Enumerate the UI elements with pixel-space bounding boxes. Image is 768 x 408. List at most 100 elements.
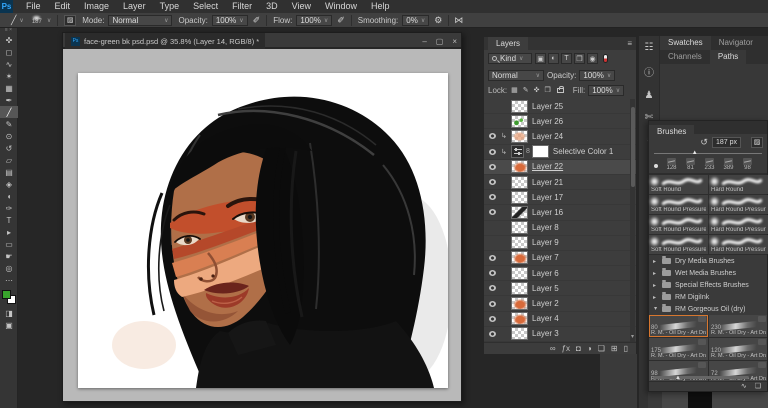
layer-thumbnail[interactable] [511, 236, 528, 250]
brush-folder-row[interactable]: ▸ RM Gorgeous Oil (dry) [649, 303, 767, 315]
layer-row[interactable]: ↳ 8 Layer 22 [484, 159, 636, 175]
lock-transparency-icon[interactable]: ▦ [510, 86, 519, 94]
lock-artboard-icon[interactable]: ❒ [544, 86, 552, 94]
layer-visibility-toggle[interactable] [487, 209, 497, 216]
brush-folder-row[interactable]: ▸ Dry Media Brushes [649, 255, 767, 267]
layer-thumbnail[interactable] [511, 281, 528, 295]
brush-preset[interactable]: Soft Round Pressure Size [649, 195, 708, 214]
layer-row[interactable]: ↳ 8 Layer 2 [484, 296, 636, 312]
brush-preset-tile[interactable]: 72 R. M. - Oil Dry - Art Draft Ha.. [709, 361, 767, 383]
layer-opacity-dropdown[interactable]: 100% ∨ [579, 69, 616, 81]
layer-row[interactable]: ↳ 8 Layer 7 [484, 251, 636, 267]
menu-item[interactable]: View [285, 0, 318, 13]
recent-brush-preset[interactable]: 81 [682, 158, 699, 173]
brush-preset-tile[interactable]: 80 R. M. - Oil Dry - Art Draft Hal.. [649, 315, 708, 337]
layer-thumbnail[interactable] [511, 160, 528, 174]
layer-style-icon[interactable]: ƒx [562, 344, 570, 354]
layer-row[interactable]: ↳ 8 Layer 25 [484, 99, 636, 115]
filter-shape-layers-icon[interactable]: ❒ [574, 53, 585, 64]
brush-folder-row[interactable]: ▸ Wet Media Brushes [649, 267, 767, 279]
brush-settings-panel-toggle[interactable]: ▨ [64, 14, 77, 26]
crop-tool[interactable]: ▦ [0, 82, 18, 94]
brush-preset[interactable]: Soft Round Pressure Opacity… [649, 235, 708, 254]
layer-thumbnail[interactable] [511, 205, 528, 219]
brush-preset-tile[interactable]: 230 R. M. - Oil Dry - Art Draft Ha.. [709, 315, 767, 337]
layer-row[interactable]: ↳ 8 Layer 5 [484, 281, 636, 297]
layer-thumbnail[interactable] [511, 114, 528, 128]
brush-preset[interactable]: Hard Round Pressure Opacity [709, 215, 768, 234]
layer-visibility-toggle[interactable] [487, 194, 497, 201]
layer-name[interactable]: Layer 3 [532, 329, 559, 338]
pressure-size-toggle[interactable]: ▨ [751, 136, 763, 148]
layer-visibility-toggle[interactable] [487, 133, 497, 140]
pressure-opacity-icon[interactable]: ✐ [253, 15, 261, 26]
chevron-icon[interactable]: ▸ [653, 270, 658, 277]
menu-item[interactable]: Type [153, 0, 187, 13]
layer-blend-mode-dropdown[interactable]: Normal ∨ [488, 69, 544, 81]
reset-brush-icon[interactable]: ↺ [700, 137, 708, 148]
layer-visibility-toggle[interactable] [487, 254, 497, 261]
link-layers-icon[interactable]: ∞ [550, 344, 556, 354]
layer-row[interactable]: ↳ 8 Layer 3 [484, 327, 636, 342]
layer-thumbnail[interactable] [511, 312, 528, 326]
layer-thumbnail[interactable] [511, 190, 528, 204]
lasso-tool[interactable]: ∿ [0, 58, 18, 70]
layer-row[interactable]: ↳ 8 Layer 17 [484, 190, 636, 206]
panel-tab[interactable]: Navigator [711, 36, 761, 50]
maximize-button[interactable]: ▢ [436, 37, 444, 46]
lock-pixels-icon[interactable]: ✎ [522, 86, 530, 94]
pen-tool[interactable]: ✑ [0, 202, 18, 214]
tab-layers[interactable]: Layers [488, 37, 529, 50]
layer-name[interactable]: Layer 4 [532, 314, 559, 323]
layer-name[interactable]: Selective Color 1 [553, 147, 613, 156]
layer-row[interactable]: ↳ 8 Layer 21 [484, 175, 636, 191]
layer-visibility-toggle[interactable] [487, 285, 497, 292]
layer-visibility-toggle[interactable] [487, 103, 497, 109]
layer-name[interactable]: Layer 6 [532, 269, 559, 278]
quick-mask-button[interactable]: ◨ [0, 307, 18, 319]
brush-size-field[interactable]: 187 px [711, 136, 741, 148]
layer-visibility-toggle[interactable] [487, 148, 497, 155]
brush-size-slider[interactable]: ▲ [654, 150, 762, 158]
brush-preset[interactable]: Hard Round Pressure Opacit… [709, 235, 768, 254]
chevron-icon[interactable]: ▸ [652, 307, 659, 312]
recent-brush-preset[interactable]: 389 [720, 158, 737, 173]
scroll-down-arrow-icon[interactable]: ▾ [631, 333, 634, 340]
layer-filter-kind-dropdown[interactable]: Kind ∨ [488, 53, 532, 64]
brush-symmetry-icon[interactable]: ⋈ [454, 15, 463, 26]
menu-item[interactable]: Edit [48, 0, 78, 13]
mask-link-icon[interactable]: 8 [526, 148, 530, 155]
menu-item[interactable]: Help [364, 0, 397, 13]
tab-brushes[interactable]: Brushes [649, 125, 695, 138]
layer-name[interactable]: Layer 22 [532, 162, 563, 171]
layer-row[interactable]: ↳ 8 Layer 24 [484, 129, 636, 145]
layer-name[interactable]: Layer 9 [532, 238, 559, 247]
edit-toolbar-button[interactable]: ⋯ [0, 274, 18, 286]
layer-thumbnail[interactable] [511, 327, 528, 341]
delete-layer-icon[interactable]: ▯ [624, 344, 628, 354]
pencil-tool[interactable]: ✎ [0, 118, 18, 130]
airbrush-toggle-icon[interactable]: ✐ [337, 15, 345, 26]
layer-name[interactable]: Layer 8 [532, 223, 559, 232]
path-selection-tool[interactable]: ▸ [0, 226, 18, 238]
layer-name[interactable]: Layer 17 [532, 193, 563, 202]
toolbar-grip[interactable]: ≡ × [0, 27, 17, 34]
layer-visibility-toggle[interactable] [487, 270, 497, 277]
menu-item[interactable]: Window [318, 0, 364, 13]
clone-stamp-tool[interactable]: ⊙ [0, 130, 18, 142]
layer-name[interactable]: Layer 25 [532, 102, 563, 111]
horizontal-scrollbar[interactable] [653, 376, 749, 379]
layer-name[interactable]: Layer 7 [532, 253, 559, 262]
opacity-dropdown[interactable]: 100% ∨ [211, 14, 248, 26]
layer-fill-dropdown[interactable]: 100% ∨ [588, 84, 625, 96]
layer-thumbnail[interactable] [511, 266, 528, 280]
brush-tool-icon[interactable]: ╱ [11, 15, 16, 26]
foreground-color-swatch[interactable] [2, 290, 11, 299]
brush-preset[interactable]: Hard Round Pressure Size [709, 195, 768, 214]
filter-pixel-layers-icon[interactable]: ▣ [535, 53, 546, 64]
canvas[interactable] [78, 73, 448, 388]
brush-preset-picker[interactable]: 187 ∨ [30, 14, 51, 26]
zoom-tool[interactable]: ◎ [0, 262, 18, 274]
recent-brush-preset[interactable]: 128 [663, 158, 680, 173]
type-tool[interactable]: T [0, 214, 18, 226]
